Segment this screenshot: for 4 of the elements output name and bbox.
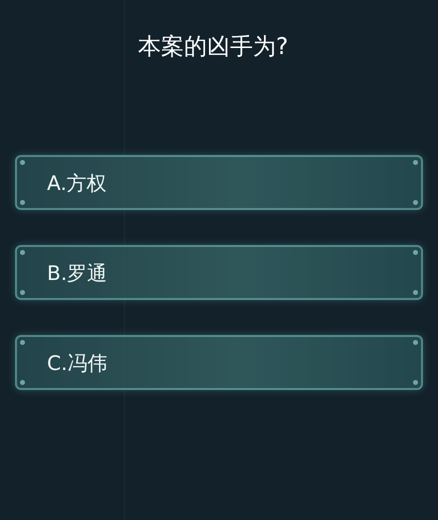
answer-option[interactable]: B.罗通 [15,245,423,300]
answer-option[interactable]: A.方权 [15,155,423,210]
question-title: 本案的凶手为? [138,33,288,62]
answer-option[interactable]: C.冯伟 [15,335,423,390]
